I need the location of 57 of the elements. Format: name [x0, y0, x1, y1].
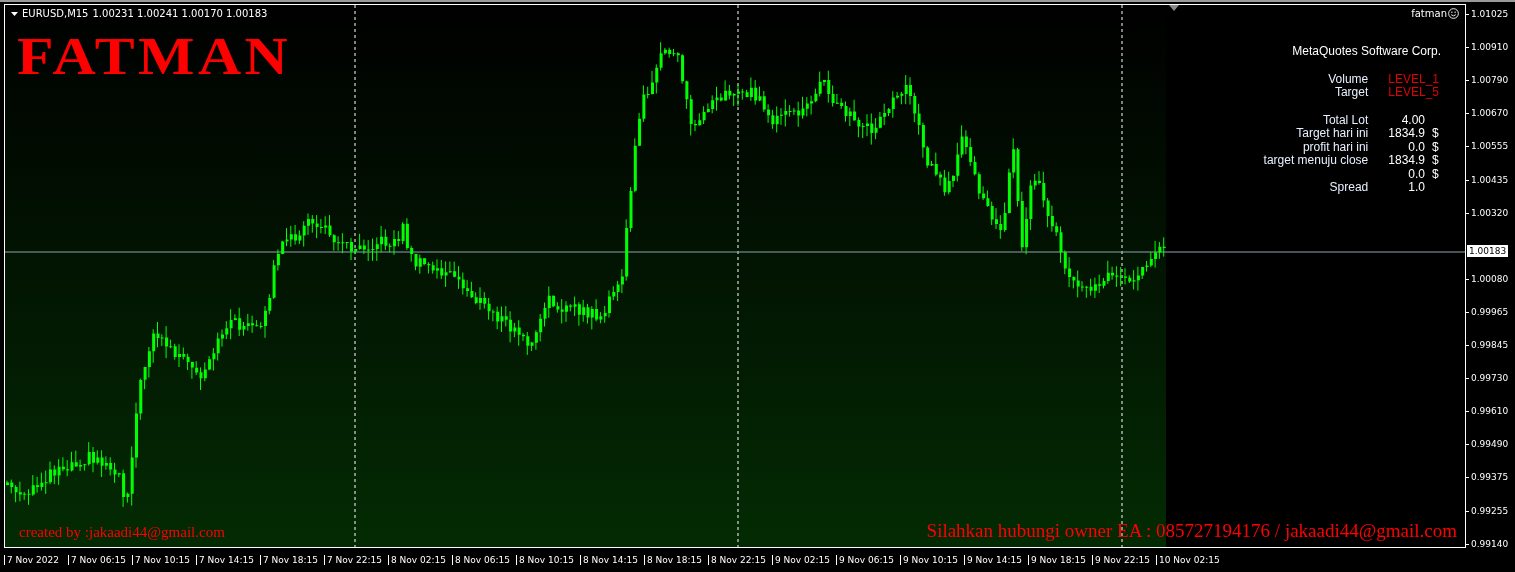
time-tick: 8 Nov 18:15 — [644, 555, 708, 565]
price-tick: 0.99140 — [1466, 537, 1509, 550]
symbol-label: EURUSD,M15 — [22, 8, 89, 19]
setting-label: Volume — [1327, 72, 1369, 86]
time-tick: 10 Nov 02:15 — [1156, 555, 1220, 565]
price-tick: 1.00320 — [1466, 206, 1509, 219]
time-tick: 8 Nov 22:15 — [708, 555, 772, 565]
stat-label: target menuju close — [1263, 154, 1369, 168]
price-tick: 0.99845 — [1466, 339, 1509, 351]
time-tick: 9 Nov 14:15 — [964, 555, 1028, 565]
time-tick: 8 Nov 10:15 — [516, 555, 580, 565]
time-tick: 7 Nov 2022 — [4, 555, 68, 565]
currency-unit: $ — [1432, 126, 1439, 140]
price-tick: 1.00080 — [1466, 272, 1509, 285]
stat-value: 1.0 — [1408, 181, 1425, 195]
stat-value: 1834.9 — [1388, 127, 1425, 141]
stat-value: 0.0 — [1408, 140, 1425, 154]
setting-value: LEVEL_5 — [1388, 86, 1440, 100]
currency-unit: $ — [1432, 166, 1439, 181]
time-tick: 9 Nov 22:15 — [1092, 555, 1156, 565]
account-name: fatman — [1411, 8, 1447, 19]
stat-value: 4.00 — [1401, 113, 1425, 127]
time-tick: 8 Nov 06:15 — [452, 555, 516, 565]
contact-text: Silahkan hubungi owner EA : 085727194176 / jakaadi44@gmail.com — [926, 520, 1457, 542]
time-tick: 9 Nov 18:15 — [1028, 555, 1092, 565]
dropdown-icon[interactable] — [11, 11, 18, 16]
currency-unit: $ — [1432, 153, 1439, 167]
stat-label: Total Lot — [1321, 113, 1369, 127]
setting-label: Target — [1333, 86, 1369, 100]
logo: FATMAN — [17, 31, 292, 83]
shift-marker-icon[interactable] — [1169, 5, 1179, 11]
stat-value: 1834.9 — [1388, 154, 1425, 168]
time-tick: 7 Nov 18:15 — [260, 555, 324, 565]
time-tick: 9 Nov 10:15 — [900, 555, 964, 565]
price-tick: 0.99965 — [1466, 305, 1509, 318]
time-tick: 7 Nov 06:15 — [68, 555, 132, 565]
stat-value: 0.0 — [1408, 167, 1425, 181]
price-tick: 1.01025 — [1466, 8, 1509, 20]
time-tick: 8 Nov 02:15 — [388, 555, 452, 565]
time-tick: 8 Nov 14:15 — [580, 555, 644, 565]
time-tick: 7 Nov 14:15 — [196, 555, 260, 565]
stat-label: profit hari ini — [1302, 140, 1369, 154]
smiley-icon — [1448, 8, 1459, 19]
stat-label: Target hari ini — [1295, 127, 1369, 141]
time-tick: 9 Nov 02:15 — [772, 555, 836, 565]
price-tick: 0.99255 — [1466, 504, 1509, 517]
ohlc-values: 1.00231 1.00241 1.00170 1.00183 — [92, 8, 268, 19]
currency-unit: $ — [1432, 139, 1439, 154]
credit-text: created by :jakaadi44@gmail.com — [19, 524, 225, 541]
price-tick: 1.00435 — [1466, 173, 1509, 186]
company-name: MetaQuotes Software Corp. — [1291, 45, 1441, 59]
stat-label: Spread — [1328, 181, 1369, 195]
time-tick: 7 Nov 10:15 — [132, 555, 196, 565]
setting-value: LEVEL_1 — [1388, 72, 1440, 86]
time-tick: 9 Nov 06:15 — [836, 555, 900, 565]
current-price: 1.00183 — [1467, 245, 1509, 257]
time-tick: 7 Nov 22:15 — [324, 555, 388, 565]
